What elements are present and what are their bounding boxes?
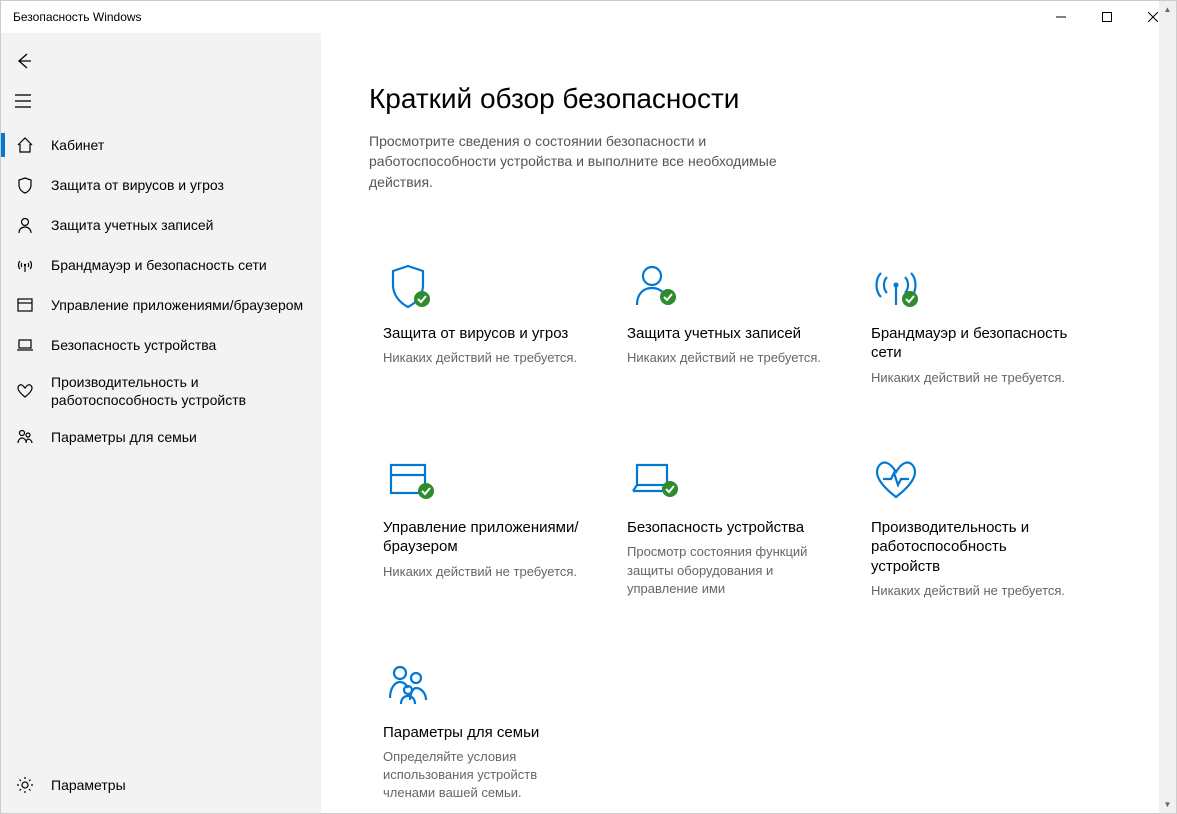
body-area: Кабинет Защита от вирусов и угроз Защита… [1, 33, 1176, 813]
card-desc: Никаких действий не требуется. [383, 349, 585, 367]
hamburger-icon [15, 94, 33, 108]
shield-icon [15, 176, 35, 194]
titlebar: Безопасность Windows [1, 1, 1176, 33]
sidebar-item-device-security[interactable]: Безопасность устройства [1, 325, 321, 365]
nav-list: Кабинет Защита от вирусов и угроз Защита… [1, 125, 321, 457]
sidebar-item-settings[interactable]: Параметры [1, 765, 321, 805]
scrollbar[interactable]: ▲ ▼ [1159, 1, 1176, 813]
card-firewall[interactable]: Брандмауэр и безопасность сети Никаких д… [857, 240, 1087, 420]
card-virus-protection[interactable]: Защита от вирусов и угроз Никаких действ… [369, 240, 599, 420]
sidebar-item-family[interactable]: Параметры для семьи [1, 417, 321, 457]
heart-icon [15, 382, 35, 400]
antenna-icon [15, 256, 35, 274]
card-title: Управление приложениями/браузером [383, 518, 585, 557]
card-desc: Просмотр состояния функций защиты оборуд… [627, 543, 829, 598]
sidebar-item-label: Защита от вирусов и угроз [51, 176, 224, 194]
family-group-icon [383, 657, 585, 713]
gear-icon [15, 776, 35, 794]
sidebar-item-label: Параметры [51, 776, 126, 794]
card-desc: Никаких действий не требуется. [871, 369, 1073, 387]
family-icon [15, 428, 35, 446]
hamburger-button[interactable] [1, 81, 321, 121]
main-content: Краткий обзор безопасности Просмотрите с… [321, 33, 1176, 813]
sidebar-item-label: Параметры для семьи [51, 428, 197, 446]
antenna-check-icon [871, 258, 1073, 314]
card-device-security[interactable]: Безопасность устройства Просмотр состоян… [613, 434, 843, 625]
card-account-protection[interactable]: Защита учетных записей Никаких действий … [613, 240, 843, 420]
minimize-button[interactable] [1038, 1, 1084, 33]
sidebar-item-firewall[interactable]: Брандмауэр и безопасность сети [1, 245, 321, 285]
window-controls [1038, 1, 1176, 33]
sidebar-item-performance[interactable]: Производительность и работоспособность у… [1, 365, 321, 417]
scrollbar-thumb[interactable] [1159, 18, 1176, 796]
scroll-down-arrow-icon[interactable]: ▼ [1159, 796, 1176, 813]
sidebar-item-label: Защита учетных записей [51, 216, 213, 234]
card-title: Производительность и работоспособность у… [871, 518, 1073, 577]
laptop-check-icon [627, 452, 829, 508]
card-title: Брандмауэр и безопасность сети [871, 324, 1073, 363]
card-title: Безопасность устройства [627, 518, 829, 538]
sidebar-item-label: Производительность и работоспособность у… [51, 373, 307, 409]
sidebar-item-app-browser[interactable]: Управление приложениями/браузером [1, 285, 321, 325]
shield-check-icon [383, 258, 585, 314]
card-desc: Никаких действий не требуется. [871, 582, 1073, 600]
card-title: Защита от вирусов и угроз [383, 324, 585, 344]
laptop-icon [15, 336, 35, 354]
sidebar-item-label: Брандмауэр и безопасность сети [51, 256, 267, 274]
sidebar-item-home[interactable]: Кабинет [1, 125, 321, 165]
person-check-icon [627, 258, 829, 314]
sidebar-item-virus[interactable]: Защита от вирусов и угроз [1, 165, 321, 205]
back-button[interactable] [1, 41, 321, 81]
app-window: Безопасность Windows [0, 0, 1177, 814]
card-app-browser[interactable]: Управление приложениями/браузером Никаки… [369, 434, 599, 625]
card-desc: Никаких действий не требуется. [627, 349, 829, 367]
window-check-icon [383, 452, 585, 508]
maximize-icon [1102, 12, 1112, 22]
close-icon [1148, 12, 1158, 22]
page-description: Просмотрите сведения о состоянии безопас… [369, 131, 789, 192]
scroll-up-arrow-icon[interactable]: ▲ [1159, 1, 1176, 18]
sidebar-item-label: Безопасность устройства [51, 336, 216, 354]
sidebar-item-label: Управление приложениями/браузером [51, 296, 303, 314]
minimize-icon [1056, 12, 1066, 22]
page-title: Краткий обзор безопасности [369, 83, 1128, 115]
sidebar-item-account[interactable]: Защита учетных записей [1, 205, 321, 245]
card-family[interactable]: Параметры для семьи Определяйте условия … [369, 639, 599, 813]
window-title: Безопасность Windows [13, 10, 142, 24]
back-arrow-icon [15, 52, 33, 70]
person-icon [15, 216, 35, 234]
home-icon [15, 136, 35, 154]
sidebar-item-label: Кабинет [51, 136, 104, 154]
card-desc: Никаких действий не требуется. [383, 563, 585, 581]
card-desc: Определяйте условия использования устрой… [383, 748, 585, 803]
card-title: Защита учетных записей [627, 324, 829, 344]
card-title: Параметры для семьи [383, 723, 585, 743]
card-grid: Защита от вирусов и угроз Никаких действ… [369, 240, 1128, 813]
sidebar: Кабинет Защита от вирусов и угроз Защита… [1, 33, 321, 813]
card-performance[interactable]: Производительность и работоспособность у… [857, 434, 1087, 625]
heart-pulse-icon [871, 452, 1073, 508]
maximize-button[interactable] [1084, 1, 1130, 33]
window-icon [15, 296, 35, 314]
